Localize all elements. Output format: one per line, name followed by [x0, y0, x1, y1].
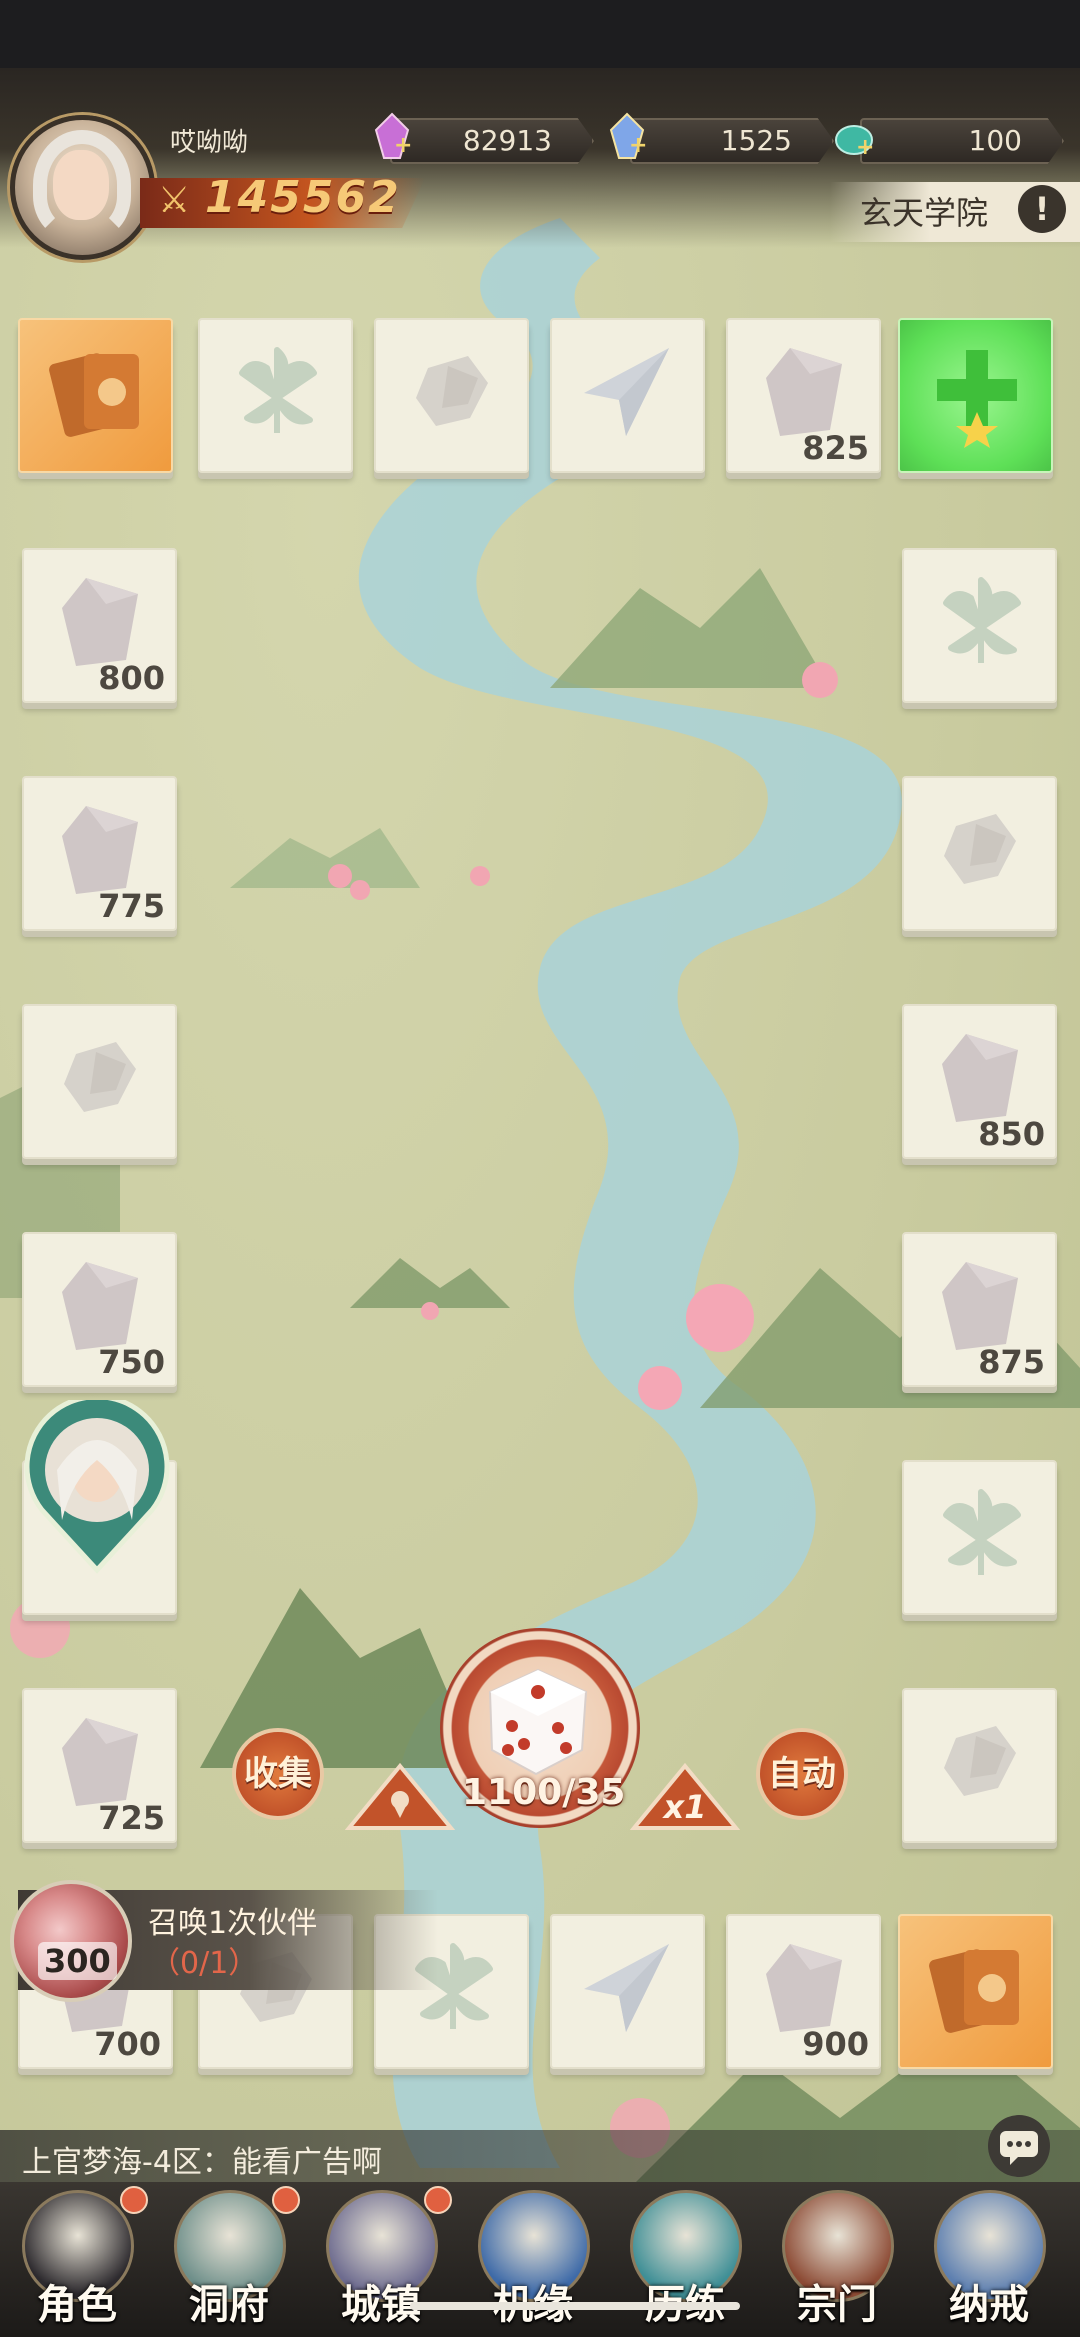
tile-value: 725: [98, 1799, 165, 1837]
board-tile[interactable]: [902, 776, 1057, 931]
dice-icon: [488, 1668, 588, 1776]
chat-bubble-icon[interactable]: [988, 2115, 1050, 2177]
location-label: 玄天学院: [860, 194, 989, 232]
status-bar: [0, 0, 1080, 68]
board-tile[interactable]: [22, 1004, 177, 1159]
meat-reward-icon: [10, 1880, 132, 2002]
board-tile[interactable]: [550, 1914, 705, 2069]
nav-label: 角色: [37, 2281, 117, 2328]
board-tile[interactable]: [550, 318, 705, 473]
ore-pile-icon: [944, 814, 1016, 884]
nav-item[interactable]: 城镇: [316, 2186, 452, 2336]
quest-progress: （0/1）: [150, 1946, 259, 1981]
quest-title: 召唤1次伙伴: [148, 1906, 318, 1941]
reward-count: 300: [38, 1942, 117, 1980]
resource-jade-stone[interactable]: 100: [860, 118, 1064, 164]
paper-plane-icon: [584, 1944, 669, 2032]
location-pin-button[interactable]: [345, 1762, 455, 1832]
spirit-crystal-icon: +: [374, 112, 412, 159]
resource-rainbow-crystal[interactable]: 1525: [630, 118, 834, 164]
resource-value: 100: [968, 124, 1022, 157]
nav-label: 洞府: [189, 2281, 269, 2328]
board-tile[interactable]: 800: [22, 548, 177, 703]
plus-star-icon: [937, 350, 1017, 448]
board-tile[interactable]: [18, 318, 173, 473]
board-tile[interactable]: 725: [22, 1688, 177, 1843]
tile-value: 775: [98, 887, 165, 925]
info-button[interactable]: !: [1018, 185, 1066, 233]
board-tile[interactable]: [198, 318, 353, 473]
nav-label: 城镇: [341, 2281, 421, 2328]
svg-text:+: +: [629, 133, 647, 158]
tile-value: 850: [978, 1115, 1045, 1153]
nav-label: 纳戒: [949, 2281, 1029, 2328]
tile-value: 825: [802, 429, 869, 467]
nav-item[interactable]: 历练: [620, 2186, 750, 2336]
notification-badge: [120, 2186, 148, 2214]
board-tile[interactable]: [898, 318, 1053, 473]
card-pack-icon: [929, 1949, 1019, 2033]
svg-text:+: +: [856, 135, 874, 160]
board-tile[interactable]: 750: [22, 1232, 177, 1387]
board-tile[interactable]: [902, 1460, 1057, 1615]
leaf-icon: [943, 577, 1021, 663]
chat-message: 上官梦海-4区：能看广告啊: [22, 2145, 382, 2180]
board-tile[interactable]: 825: [726, 318, 881, 473]
player-name: 哎呦呦: [170, 128, 249, 158]
nav-label: 机缘: [493, 2281, 573, 2328]
tile-value: 900: [802, 2025, 869, 2063]
tile-value: 700: [94, 2025, 161, 2063]
jade-stone-icon: +: [835, 125, 874, 160]
rainbow-crystal-icon: +: [609, 112, 647, 159]
crossed-swords-icon: ⚔: [158, 180, 191, 221]
board-tile[interactable]: [902, 1688, 1057, 1843]
resource-value: 1525: [720, 124, 792, 157]
tile-value: 800: [98, 659, 165, 697]
nav-item[interactable]: 洞府: [164, 2186, 300, 2336]
ore-pile-icon: [944, 1726, 1016, 1796]
board-tile[interactable]: 900: [726, 1914, 881, 2069]
collect-button[interactable]: 收集: [232, 1728, 324, 1820]
tile-value: 875: [978, 1343, 1045, 1381]
board-tile[interactable]: 775: [22, 776, 177, 931]
svg-text:+: +: [394, 133, 412, 158]
board-tile[interactable]: 850: [902, 1004, 1057, 1159]
nav-label: 宗门: [797, 2281, 877, 2328]
multiplier-label: x1: [663, 1788, 707, 1826]
leaf-icon: [239, 347, 317, 433]
nav-label: 历练: [645, 2281, 725, 2328]
auto-button[interactable]: 自动: [756, 1728, 848, 1820]
resource-spirit-crystal[interactable]: 82913: [390, 118, 594, 164]
card-pack-icon: [49, 353, 139, 437]
player-position-icon: [24, 1400, 170, 1574]
leaf-icon: [943, 1489, 1021, 1575]
nav-item[interactable]: 机缘: [468, 2186, 598, 2336]
dice-count: 1100/35: [462, 1772, 626, 1813]
player-avatar[interactable]: [10, 115, 155, 260]
board-tile[interactable]: [374, 318, 529, 473]
home-indicator: [410, 2302, 740, 2310]
combat-power-value: 145562: [205, 172, 401, 223]
board-tile[interactable]: [898, 1914, 1053, 2069]
board-tile[interactable]: 875: [902, 1232, 1057, 1387]
notification-badge: [272, 2186, 300, 2214]
board-tile[interactable]: [902, 548, 1057, 703]
notification-badge: [424, 2186, 452, 2214]
nav-item[interactable]: 角色: [12, 2186, 148, 2336]
ore-pile-icon: [416, 356, 488, 426]
ore-pile-icon: [64, 1042, 136, 1112]
resource-value: 82913: [462, 124, 552, 157]
nav-item[interactable]: 纳戒: [924, 2186, 1054, 2336]
tile-value: 750: [98, 1343, 165, 1381]
paper-plane-icon: [584, 348, 669, 436]
nav-item[interactable]: 宗门: [772, 2186, 902, 2336]
